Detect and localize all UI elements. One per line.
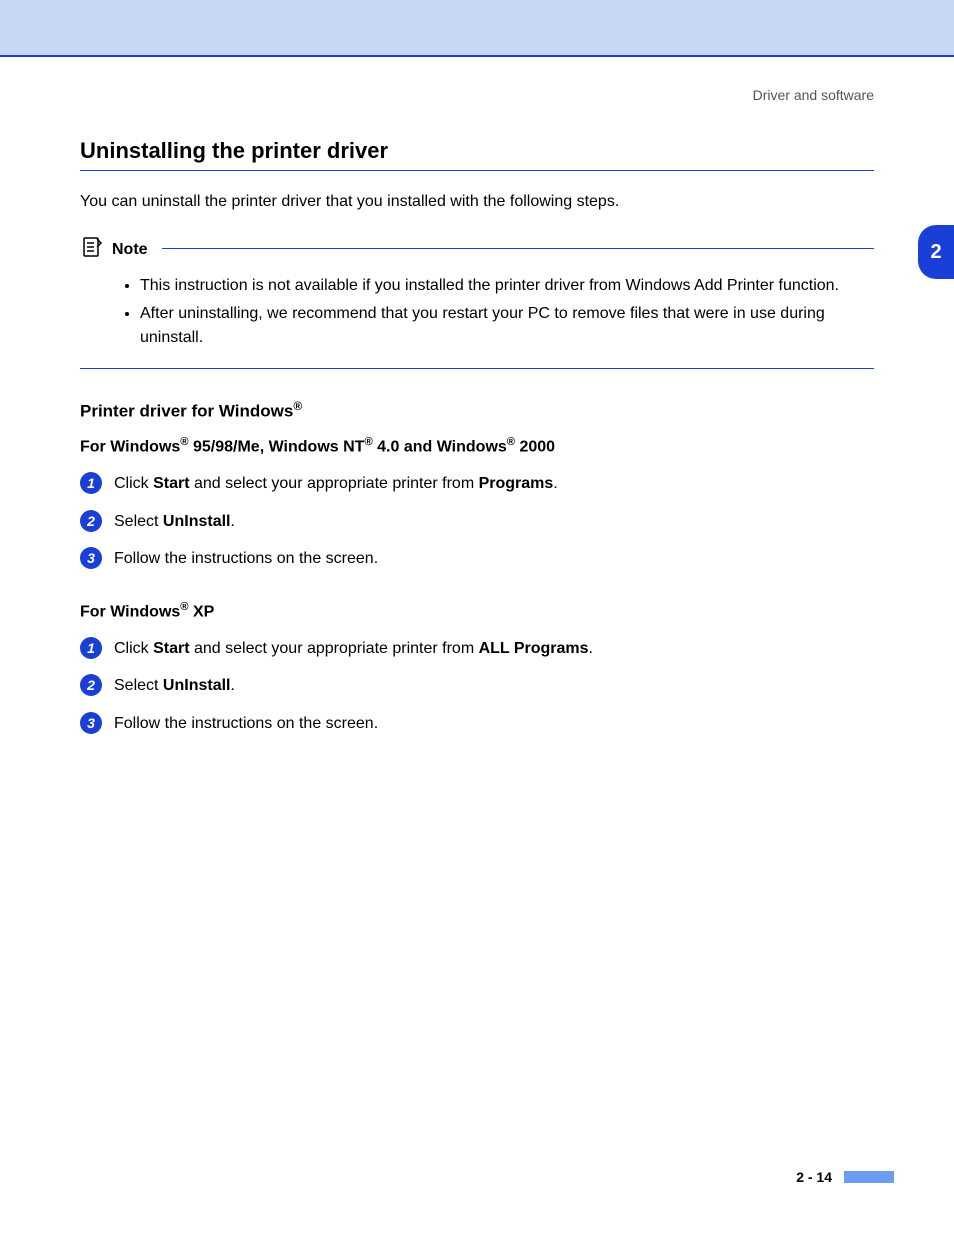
step-item: 1 Click Start and select your appropriat…	[80, 637, 874, 660]
sub-sub-heading: For Windows® 95/98/Me, Windows NT® 4.0 a…	[80, 436, 874, 456]
breadcrumb: Driver and software	[80, 87, 874, 103]
footer-accent-bar	[844, 1171, 894, 1183]
page-content: Driver and software Uninstalling the pri…	[0, 57, 954, 735]
step-number-badge: 1	[80, 637, 102, 659]
note-header-line	[162, 248, 874, 249]
note-item: This instruction is not available if you…	[140, 274, 874, 298]
note-header: Note	[80, 235, 874, 264]
step-item: 3 Follow the instructions on the screen.	[80, 547, 874, 570]
step-text: Click Start and select your appropriate …	[114, 637, 593, 660]
sub-heading: Printer driver for Windows®	[80, 399, 874, 422]
step-text: Follow the instructions on the screen.	[114, 712, 378, 735]
step-item: 3 Follow the instructions on the screen.	[80, 712, 874, 735]
note-icon	[80, 235, 104, 264]
sub-sub-heading: For Windows® XP	[80, 601, 874, 621]
step-item: 2 Select UnInstall.	[80, 674, 874, 697]
page-footer: 2 - 14	[796, 1169, 894, 1185]
note-label: Note	[112, 241, 148, 259]
note-item: After uninstalling, we recommend that yo…	[140, 302, 874, 350]
step-number-badge: 3	[80, 547, 102, 569]
step-number-badge: 1	[80, 472, 102, 494]
page-title: Uninstalling the printer driver	[80, 138, 874, 171]
step-item: 1 Click Start and select your appropriat…	[80, 472, 874, 495]
step-number-badge: 3	[80, 712, 102, 734]
steps-list: 1 Click Start and select your appropriat…	[80, 637, 874, 735]
step-text: Follow the instructions on the screen.	[114, 547, 378, 570]
step-text: Select UnInstall.	[114, 510, 235, 533]
section-group: Printer driver for Windows® For Windows®…	[80, 399, 874, 735]
note-list: This instruction is not available if you…	[80, 264, 874, 369]
intro-text: You can uninstall the printer driver tha…	[80, 191, 874, 213]
step-text: Click Start and select your appropriate …	[114, 472, 558, 495]
steps-list: 1 Click Start and select your appropriat…	[80, 472, 874, 570]
page-number: 2 - 14	[796, 1169, 832, 1185]
chapter-tab: 2	[918, 225, 954, 279]
step-number-badge: 2	[80, 510, 102, 532]
step-number-badge: 2	[80, 674, 102, 696]
step-item: 2 Select UnInstall.	[80, 510, 874, 533]
note-block: Note This instruction is not available i…	[80, 235, 874, 369]
step-text: Select UnInstall.	[114, 674, 235, 697]
top-banner	[0, 0, 954, 55]
